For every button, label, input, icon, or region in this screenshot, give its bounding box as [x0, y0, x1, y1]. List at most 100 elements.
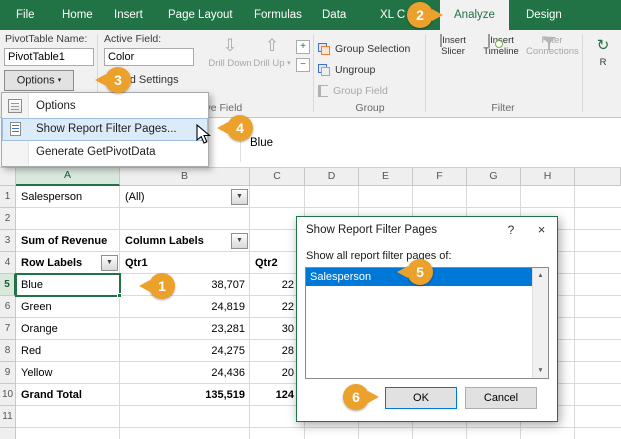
fill-handle[interactable] — [117, 293, 122, 298]
filter-connections-button[interactable]: Filter Connections — [526, 35, 578, 57]
scroll-up-icon[interactable]: ▲ — [533, 268, 548, 283]
tab-data[interactable]: Data — [312, 0, 356, 30]
active-field-input[interactable] — [104, 48, 194, 66]
row-header-9[interactable]: 9 — [0, 362, 16, 384]
tab-analyze[interactable]: Analyze — [440, 0, 509, 30]
drill-up-label: Drill Up — [253, 58, 284, 69]
column-header-d[interactable]: D — [305, 168, 359, 186]
group-selection-label: Group Selection — [335, 43, 410, 55]
group-field-label: Group Field — [333, 85, 388, 97]
column-header-f[interactable]: F — [413, 168, 467, 186]
filter-group-label: Filter — [428, 102, 578, 114]
expand-field-button[interactable]: + — [296, 40, 310, 54]
row-header-10[interactable]: 10 — [0, 384, 16, 406]
refresh-button-partial[interactable]: ↻ R — [586, 35, 620, 68]
column-header-a[interactable]: A — [16, 168, 120, 186]
cell-b6[interactable]: 24,819 — [121, 297, 249, 317]
row-header-6[interactable]: 6 — [0, 296, 16, 318]
collapse-field-button[interactable]: − — [296, 58, 310, 72]
scroll-down-icon[interactable]: ▼ — [533, 363, 548, 378]
tab-page-layout[interactable]: Page Layout — [158, 0, 243, 30]
column-header-c[interactable]: C — [250, 168, 305, 186]
ungroup-icon — [318, 64, 330, 76]
callout-6: 6 — [343, 384, 369, 410]
menu-item-options-label: Options — [36, 100, 76, 112]
menu-item-generate-getpivotdata[interactable]: Generate GetPivotData — [2, 141, 208, 164]
column-header-e[interactable]: E — [359, 168, 413, 186]
drill-up-button[interactable]: ⇧ Drill Up ▾ — [250, 35, 294, 69]
drill-down-button[interactable]: ⇩ Drill Down — [208, 35, 252, 69]
cell-a8[interactable]: Red — [17, 341, 119, 361]
row-header-8[interactable]: 8 — [0, 340, 16, 362]
tab-formulas[interactable]: Formulas — [244, 0, 312, 30]
cell-b3[interactable]: Column Labels — [121, 231, 249, 251]
help-icon[interactable]: ? — [496, 217, 526, 243]
callout-arrow-left — [397, 266, 408, 278]
row-header-2[interactable]: 2 — [0, 208, 16, 230]
group-group-label: Group — [316, 102, 424, 114]
cell-b10[interactable]: 135,519 — [121, 385, 249, 405]
tab-design[interactable]: Design — [516, 0, 572, 30]
options-button-label: Options — [17, 74, 55, 86]
tab-insert[interactable]: Insert — [104, 0, 153, 30]
cell-b7[interactable]: 23,281 — [121, 319, 249, 339]
insert-slicer-button[interactable]: Insert Slicer — [430, 35, 476, 57]
callout-arrow-left — [139, 280, 150, 292]
row-header-5[interactable]: 5 — [0, 274, 16, 296]
cancel-button[interactable]: Cancel — [465, 387, 537, 409]
cell-a1[interactable]: Salesperson — [17, 187, 119, 207]
menu-item-srfp-label: Show Report Filter Pages... — [36, 123, 177, 135]
column-labels-dropdown-button[interactable]: ▼ — [231, 233, 248, 249]
pivot-table-name-label: PivotTable Name: — [5, 33, 87, 45]
menu-item-show-report-filter-pages[interactable]: Show Report Filter Pages... — [2, 118, 208, 141]
drill-down-arrow-icon: ⇩ — [208, 36, 252, 56]
callout-number: 2 — [407, 2, 433, 28]
tab-home[interactable]: Home — [52, 0, 103, 30]
cell-a3[interactable]: Sum of Revenue — [17, 231, 119, 251]
group-field-button[interactable]: Group Field — [318, 82, 388, 100]
cell-a6[interactable]: Green — [17, 297, 119, 317]
menu-item-ggpd-label: Generate GetPivotData — [36, 146, 156, 158]
callout-arrow-left — [95, 74, 106, 86]
excel-window: File Home Insert Page Layout Formulas Da… — [0, 0, 621, 439]
menu-item-options[interactable]: Options — [2, 95, 208, 118]
gridline — [249, 186, 250, 439]
chevron-down-icon: ▾ — [287, 60, 291, 67]
cell-a9[interactable]: Yellow — [17, 363, 119, 383]
select-all-corner[interactable] — [0, 168, 16, 186]
cell-b9[interactable]: 24,436 — [121, 363, 249, 383]
close-icon[interactable]: × — [526, 217, 557, 243]
active-cell-selection[interactable] — [15, 273, 121, 297]
ok-button[interactable]: OK — [385, 387, 457, 409]
cell-b8[interactable]: 24,275 — [121, 341, 249, 361]
row-header-7[interactable]: 7 — [0, 318, 16, 340]
row-labels-filter-button[interactable]: ▼ — [101, 255, 118, 271]
cursor-arrow-icon — [196, 124, 211, 145]
row-header-4[interactable]: 4 — [0, 252, 16, 274]
row-header-11[interactable]: 11 — [0, 406, 16, 428]
pivot-table-name-input[interactable] — [4, 48, 94, 66]
insert-slicer-label: Insert Slicer — [441, 35, 466, 57]
column-header-b[interactable]: B — [120, 168, 250, 186]
column-header-h[interactable]: H — [521, 168, 575, 186]
formula-bar-value[interactable]: Blue — [250, 118, 273, 168]
options-dropdown-button[interactable]: Options ▾ — [4, 70, 74, 91]
listbox-scrollbar[interactable]: ▲ ▼ — [532, 268, 548, 378]
row-header-1[interactable]: 1 — [0, 186, 16, 208]
cell-b1[interactable]: (All) — [121, 187, 249, 207]
column-header-partial[interactable] — [575, 168, 621, 186]
tab-file[interactable]: File — [6, 0, 45, 30]
cell-b4[interactable]: Qtr1 — [121, 253, 249, 273]
cell-a10[interactable]: Grand Total — [17, 385, 119, 405]
callout-4: 4 — [227, 115, 253, 141]
group-separator — [313, 34, 314, 112]
group-selection-button[interactable]: Group Selection — [318, 40, 410, 58]
callout-arrow-left — [217, 122, 228, 134]
ungroup-button[interactable]: Ungroup — [318, 61, 375, 79]
row-header-3[interactable]: 3 — [0, 230, 16, 252]
cell-a7[interactable]: Orange — [17, 319, 119, 339]
page-filter-dropdown-button[interactable]: ▼ — [231, 189, 248, 205]
column-header-g[interactable]: G — [467, 168, 521, 186]
refresh-icon: ↻ — [586, 37, 620, 55]
insert-timeline-button[interactable]: Insert Timeline — [478, 35, 524, 57]
